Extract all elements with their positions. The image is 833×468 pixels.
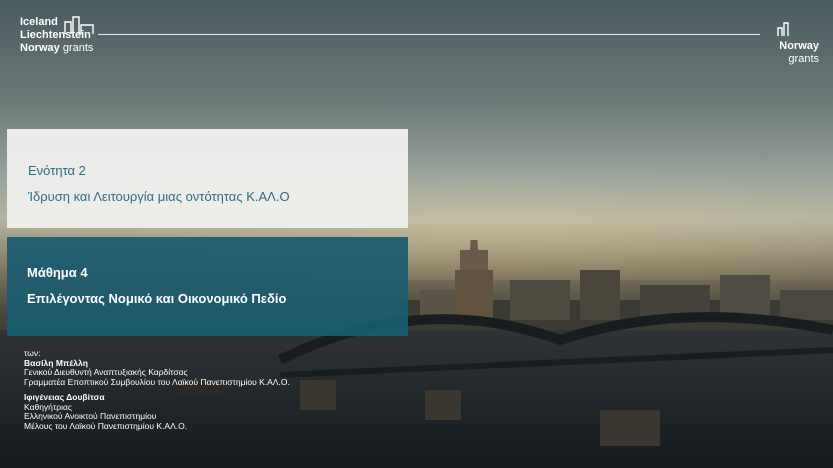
lesson-banner: Μάθημα 4 Επιλέγοντας Νομικό και Οικονομι… (7, 237, 408, 336)
author1-role: Γραμματέα Εποπτικού Συμβουλίου του Λαϊκο… (24, 376, 290, 387)
norway-flag-icon (777, 22, 789, 36)
section-title: Ίδρυση και Λειτουργία μιας οντότητας Κ.Α… (28, 189, 290, 204)
logo-iceland: Iceland (20, 16, 58, 28)
section-label: Ενότητα 2 (28, 163, 86, 178)
logo-right-norway: Norway (779, 40, 819, 52)
title-slide: Iceland Liechtenstein Norway grants Norw… (0, 0, 833, 468)
logo-liechtenstein: Liechtenstein (20, 29, 91, 41)
logo-right-grants: grants (788, 53, 819, 65)
norway-grants-logo: Norway grants (779, 40, 819, 66)
credits: των: Βασίλη Μπέλλη Γενικού Διευθυντή Ανα… (24, 348, 290, 431)
eea-grants-logo: Iceland Liechtenstein Norway grants (20, 16, 93, 55)
author2-role: Μέλους του Λαϊκού Πανεπιστημίου Κ.ΑΛ.Ο. (24, 420, 188, 431)
section-banner: Ενότητα 2 Ίδρυση και Λειτουργία μιας οντ… (7, 129, 408, 228)
logo-norway: Norway (20, 42, 60, 54)
logo-grants: grants (62, 42, 94, 54)
lesson-title: Επιλέγοντας Νομικό και Οικονομικό Πεδίο (27, 291, 287, 306)
header-divider (98, 34, 760, 35)
lesson-label: Μάθημα 4 (27, 265, 88, 280)
